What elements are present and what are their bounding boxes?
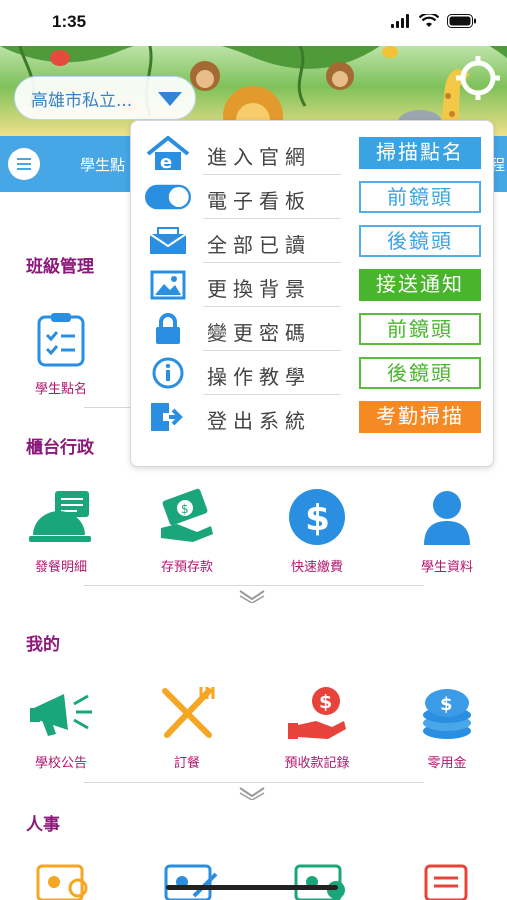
- front-camera-button-blue[interactable]: 前鏡頭: [359, 181, 481, 213]
- grid-item-label: 學生點名: [34, 382, 87, 397]
- grid-item-deposit[interactable]: $ 存預存款: [132, 486, 242, 575]
- nav-item-student-roll[interactable]: 學生點: [80, 154, 125, 175]
- home-web-icon: e: [146, 136, 190, 170]
- menu-item-label: 更換背景: [207, 277, 311, 301]
- menu-item-official-website[interactable]: e 進入官網: [131, 131, 345, 175]
- image-icon: [150, 270, 186, 300]
- utensils-icon: [162, 687, 215, 738]
- id-card-check-icon[interactable]: [294, 862, 350, 900]
- svg-text:$: $: [319, 691, 332, 713]
- menu-item-e-board[interactable]: 電子看板: [131, 175, 345, 219]
- hand-money-icon: $: [288, 687, 346, 739]
- envelope-icon: [149, 227, 187, 254]
- info-icon: [152, 357, 184, 389]
- settings-popup-menu: e 進入官網 電子看板 全部已讀 更換背景 變更密碼 操作教學 登出系統 掃描點…: [130, 120, 494, 467]
- menu-item-label: 登出系統: [207, 409, 311, 433]
- menu-item-label: 變更密碼: [207, 321, 311, 345]
- grid-item-label: 預收款記錄: [284, 756, 350, 771]
- grid-item-label: 存預存款: [160, 560, 213, 575]
- coins-icon: $: [423, 689, 471, 739]
- pickup-notification-button[interactable]: 接送通知: [359, 269, 481, 301]
- id-card-search-icon[interactable]: [36, 862, 92, 900]
- divider: [84, 782, 424, 783]
- status-bar: 1:35: [0, 0, 507, 46]
- grid-item-student-roll[interactable]: 學生點名: [6, 308, 116, 397]
- grid-item-label: 學生資料: [420, 560, 473, 575]
- status-icons: [391, 14, 477, 28]
- menu-item-change-background[interactable]: 更換背景: [131, 263, 345, 307]
- money-deposit-icon: $: [161, 488, 213, 542]
- section-title-personnel: 人事: [26, 815, 60, 835]
- home-indicator[interactable]: [166, 885, 338, 890]
- menu-item-label: 操作教學: [207, 365, 311, 389]
- grid-item-label: 學校公告: [34, 756, 87, 771]
- status-time: 1:35: [52, 12, 87, 31]
- grid-item-label: 快速繳費: [290, 560, 343, 575]
- grid-item-meal-details[interactable]: 發餐明細: [6, 486, 116, 575]
- menu-item-label: 電子看板: [207, 189, 311, 213]
- svg-text:$: $: [440, 694, 453, 715]
- grid-item-student-info[interactable]: 學生資料: [392, 486, 502, 575]
- menu-item-label: 進入官網: [207, 145, 311, 169]
- hamburger-icon: [17, 158, 31, 160]
- dollar-icon: $: [289, 489, 345, 545]
- cloche-icon: [29, 491, 91, 542]
- svg-text:$: $: [181, 502, 189, 516]
- svg-text:$: $: [305, 498, 330, 539]
- signal-icon: [391, 14, 409, 28]
- grid-item-quick-pay[interactable]: $ 快速繳費: [262, 486, 372, 575]
- lock-icon: [156, 313, 180, 344]
- grid-item-label: 訂餐: [173, 756, 200, 771]
- grid-item-label: 發餐明細: [34, 560, 87, 575]
- id-card-edit-icon[interactable]: [164, 862, 220, 900]
- svg-text:e: e: [160, 152, 172, 170]
- section-title-front-desk: 櫃台行政: [26, 438, 94, 458]
- front-camera-button-green[interactable]: 前鏡頭: [359, 313, 481, 345]
- divider: [84, 585, 424, 586]
- section-title-class-management: 班級管理: [26, 257, 94, 277]
- rear-camera-button-blue[interactable]: 後鏡頭: [359, 225, 481, 257]
- chevron-down-icon[interactable]: [238, 786, 266, 800]
- menu-item-logout[interactable]: 登出系統: [131, 395, 345, 439]
- menu-item-label: 全部已讀: [207, 233, 311, 257]
- grid-item-label: 零用金: [427, 756, 467, 771]
- document-icon[interactable]: [422, 862, 472, 900]
- grid-item-prepayment-record[interactable]: $ 預收款記錄: [262, 682, 372, 771]
- attendance-scan-button[interactable]: 考勤掃描: [359, 401, 481, 433]
- menu-item-tutorial[interactable]: 操作教學: [131, 351, 345, 395]
- menu-item-change-password[interactable]: 變更密碼: [131, 307, 345, 351]
- school-name: 高雄市私立...: [31, 90, 133, 111]
- school-selector[interactable]: 高雄市私立...: [14, 76, 196, 120]
- toggle-switch[interactable]: [145, 181, 191, 213]
- logout-icon: [151, 403, 183, 431]
- battery-icon: [447, 14, 476, 28]
- scan-roll-call-button[interactable]: 掃描點名: [359, 137, 481, 169]
- megaphone-icon: [30, 694, 92, 736]
- student-icon: [424, 491, 470, 545]
- hamburger-menu-button[interactable]: [8, 148, 40, 180]
- wifi-icon: [419, 14, 439, 27]
- section-title-mine: 我的: [26, 635, 60, 655]
- grid-item-pocket-money[interactable]: $ 零用金: [392, 682, 502, 771]
- chevron-down-icon[interactable]: [238, 589, 266, 603]
- grid-item-school-announcement[interactable]: 學校公告: [6, 682, 116, 771]
- grid-item-order-meal[interactable]: 訂餐: [132, 682, 242, 771]
- clipboard-icon: [37, 313, 85, 367]
- rear-camera-button-green[interactable]: 後鏡頭: [359, 357, 481, 389]
- dropdown-arrow-icon: [158, 92, 182, 106]
- menu-item-mark-all-read[interactable]: 全部已讀: [131, 219, 345, 263]
